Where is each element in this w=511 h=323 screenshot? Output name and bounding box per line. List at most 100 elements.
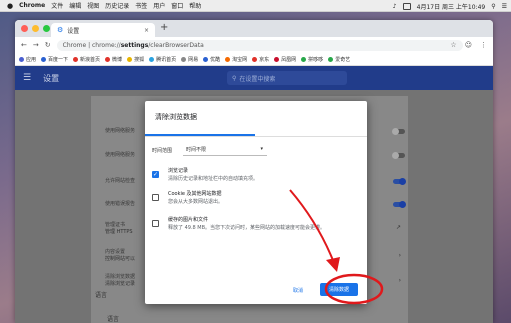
- minimize-window-button[interactable]: [32, 25, 39, 32]
- row-label: 允许网站检查: [105, 178, 136, 184]
- bookmark-favicon-icon: [252, 56, 258, 62]
- back-icon[interactable]: ←: [21, 41, 27, 49]
- clock-text[interactable]: 4月17日 周三 上午10:49: [417, 2, 486, 11]
- cookies-checkbox[interactable]: [152, 194, 159, 201]
- close-window-button[interactable]: [21, 25, 28, 32]
- menu-history[interactable]: 历史记录: [105, 1, 129, 10]
- bookmark-favicon-icon: [105, 56, 111, 62]
- cancel-button[interactable]: 取消: [293, 287, 303, 294]
- bookmark-favicon-icon: [181, 56, 187, 62]
- search-placeholder: 在设置中搜索: [239, 75, 276, 83]
- dialog-divider: [145, 136, 367, 137]
- row-label: 使用网络服务: [105, 152, 136, 158]
- cache-checkbox[interactable]: [152, 220, 159, 227]
- bookmark-item[interactable]: 新浪首页: [73, 56, 100, 63]
- toggle-switch[interactable]: [393, 201, 406, 208]
- cookies-title: Cookie 及其他网站数据: [168, 191, 222, 197]
- menu-view[interactable]: 视图: [87, 1, 99, 10]
- bookmark-label: 凤凰网: [281, 56, 297, 63]
- control-center-icon[interactable]: ☰: [502, 3, 507, 10]
- menu-app-chrome[interactable]: Chrome: [19, 2, 45, 9]
- settings-header: ☰ 设置 ⚲ 在设置中搜索: [15, 66, 493, 90]
- chevron-right-icon: ›: [398, 252, 401, 259]
- bookmark-item[interactable]: 微博: [105, 56, 122, 63]
- browsing-history-title: 浏览记录: [168, 168, 189, 174]
- window-controls: [21, 25, 50, 32]
- tab-close-icon[interactable]: ×: [144, 27, 149, 34]
- bookmark-favicon-icon: [73, 56, 79, 62]
- bookmark-favicon-icon: [203, 56, 209, 62]
- bookmark-item[interactable]: 拼哆哆: [301, 56, 323, 63]
- bookmark-label: 微博: [112, 56, 123, 63]
- time-range-select[interactable]: 时间不限 ▾: [183, 143, 267, 156]
- battery-icon[interactable]: [402, 2, 411, 10]
- url-prefix: Chrome | chrome://: [62, 41, 121, 49]
- clear-data-button[interactable]: 清除数据: [320, 283, 358, 296]
- time-range-value: 时间不限: [186, 146, 207, 153]
- apple-menu-icon[interactable]: ●: [7, 2, 13, 10]
- reload-icon[interactable]: ↻: [45, 41, 51, 49]
- bookmark-item[interactable]: 淘宝网: [225, 56, 247, 63]
- bookmark-item[interactable]: 优酷: [203, 56, 220, 63]
- bookmark-favicon-icon: [149, 56, 155, 62]
- bookmark-item[interactable]: 京东: [252, 56, 269, 63]
- bookmark-label: 应用: [26, 56, 37, 63]
- tab-settings[interactable]: ⚙ 设置 ×: [51, 23, 155, 37]
- menu-edit[interactable]: 编辑: [69, 1, 81, 10]
- bookmark-favicon-icon: [41, 56, 47, 62]
- external-link-icon: ↗: [395, 224, 401, 231]
- volume-icon[interactable]: ♪: [393, 3, 397, 10]
- profile-icon[interactable]: ☺: [465, 41, 472, 49]
- bookmark-item[interactable]: 腾讯首页: [149, 56, 176, 63]
- bookmark-star-icon[interactable]: ☆: [450, 41, 456, 49]
- toggle-switch[interactable]: [392, 152, 405, 159]
- cache-title: 缓存的图片和文件: [168, 217, 209, 223]
- menu-bookmarks[interactable]: 书签: [135, 1, 147, 10]
- url-host: settings: [120, 41, 149, 49]
- bookmark-favicon-icon: [301, 56, 307, 62]
- zoom-window-button[interactable]: [43, 25, 50, 32]
- tab-title: 设置: [67, 27, 80, 35]
- bookmark-favicon-icon: [274, 56, 280, 62]
- bookmark-label: 京东: [259, 56, 270, 63]
- menu-window[interactable]: 窗口: [171, 1, 183, 10]
- toggle-switch[interactable]: [393, 178, 406, 185]
- settings-row-language[interactable]: 语言: [107, 314, 119, 323]
- bookmark-label: 腾讯首页: [156, 56, 177, 63]
- menu-user[interactable]: 用户: [153, 1, 165, 10]
- bookmark-item[interactable]: 爱奇艺: [328, 56, 350, 63]
- bookmark-item[interactable]: 网易: [181, 56, 198, 63]
- search-icon[interactable]: ⚲: [491, 3, 495, 10]
- clear-browsing-data-dialog: 清除浏览数据 时间范围 时间不限 ▾ ✓ 浏览记录 清除历史记录和地址栏中的自动…: [145, 101, 367, 304]
- url-path: /clearBrowserData: [148, 41, 204, 49]
- row-label: 使用网络服务: [105, 128, 136, 134]
- time-range-label: 时间范围: [152, 148, 173, 154]
- bookmark-label: 搜狐: [134, 56, 145, 63]
- bookmark-item[interactable]: 百度一下: [41, 56, 68, 63]
- chevron-right-icon: ›: [398, 277, 401, 284]
- new-tab-button[interactable]: +: [160, 22, 168, 33]
- bookmark-item[interactable]: 搜狐: [127, 56, 144, 63]
- bookmarks-bar: 应用 百度一下 新浪首页 微博 搜狐 腾讯首页 网易 优酷 淘宝网 京东 凤凰网 拼哆哆 爱奇艺: [15, 53, 493, 66]
- toggle-switch[interactable]: [392, 128, 405, 135]
- gear-icon: ⚙: [57, 26, 64, 34]
- bookmark-item[interactable]: 凤凰网: [274, 56, 296, 63]
- dialog-title: 清除浏览数据: [155, 113, 197, 121]
- tab-strip: ⚙ 设置 × +: [15, 20, 493, 37]
- settings-search-input[interactable]: ⚲ 在设置中搜索: [227, 71, 347, 85]
- address-bar[interactable]: Chrome | chrome://settings/clearBrowserD…: [56, 39, 463, 51]
- forward-icon[interactable]: →: [33, 41, 39, 49]
- more-menu-icon[interactable]: ⋮: [480, 41, 487, 49]
- bookmark-label: 淘宝网: [232, 56, 248, 63]
- bookmark-label: 优酷: [210, 56, 221, 63]
- menu-help[interactable]: 帮助: [189, 1, 201, 10]
- browser-toolbar: ← → ↻ Chrome | chrome://settings/clearBr…: [15, 37, 493, 53]
- menu-file[interactable]: 文件: [51, 1, 63, 10]
- hamburger-menu-icon[interactable]: ☰: [23, 73, 31, 83]
- bookmark-favicon-icon: [328, 56, 334, 62]
- mac-menubar: ● Chrome 文件 编辑 视图 历史记录 书签 用户 窗口 帮助 ♪ 4月1…: [0, 0, 511, 12]
- browsing-history-checkbox[interactable]: ✓: [152, 171, 159, 178]
- bookmark-item[interactable]: 应用: [19, 56, 36, 63]
- bookmark-favicon-icon: [127, 56, 133, 62]
- bookmark-label: 百度一下: [48, 56, 69, 63]
